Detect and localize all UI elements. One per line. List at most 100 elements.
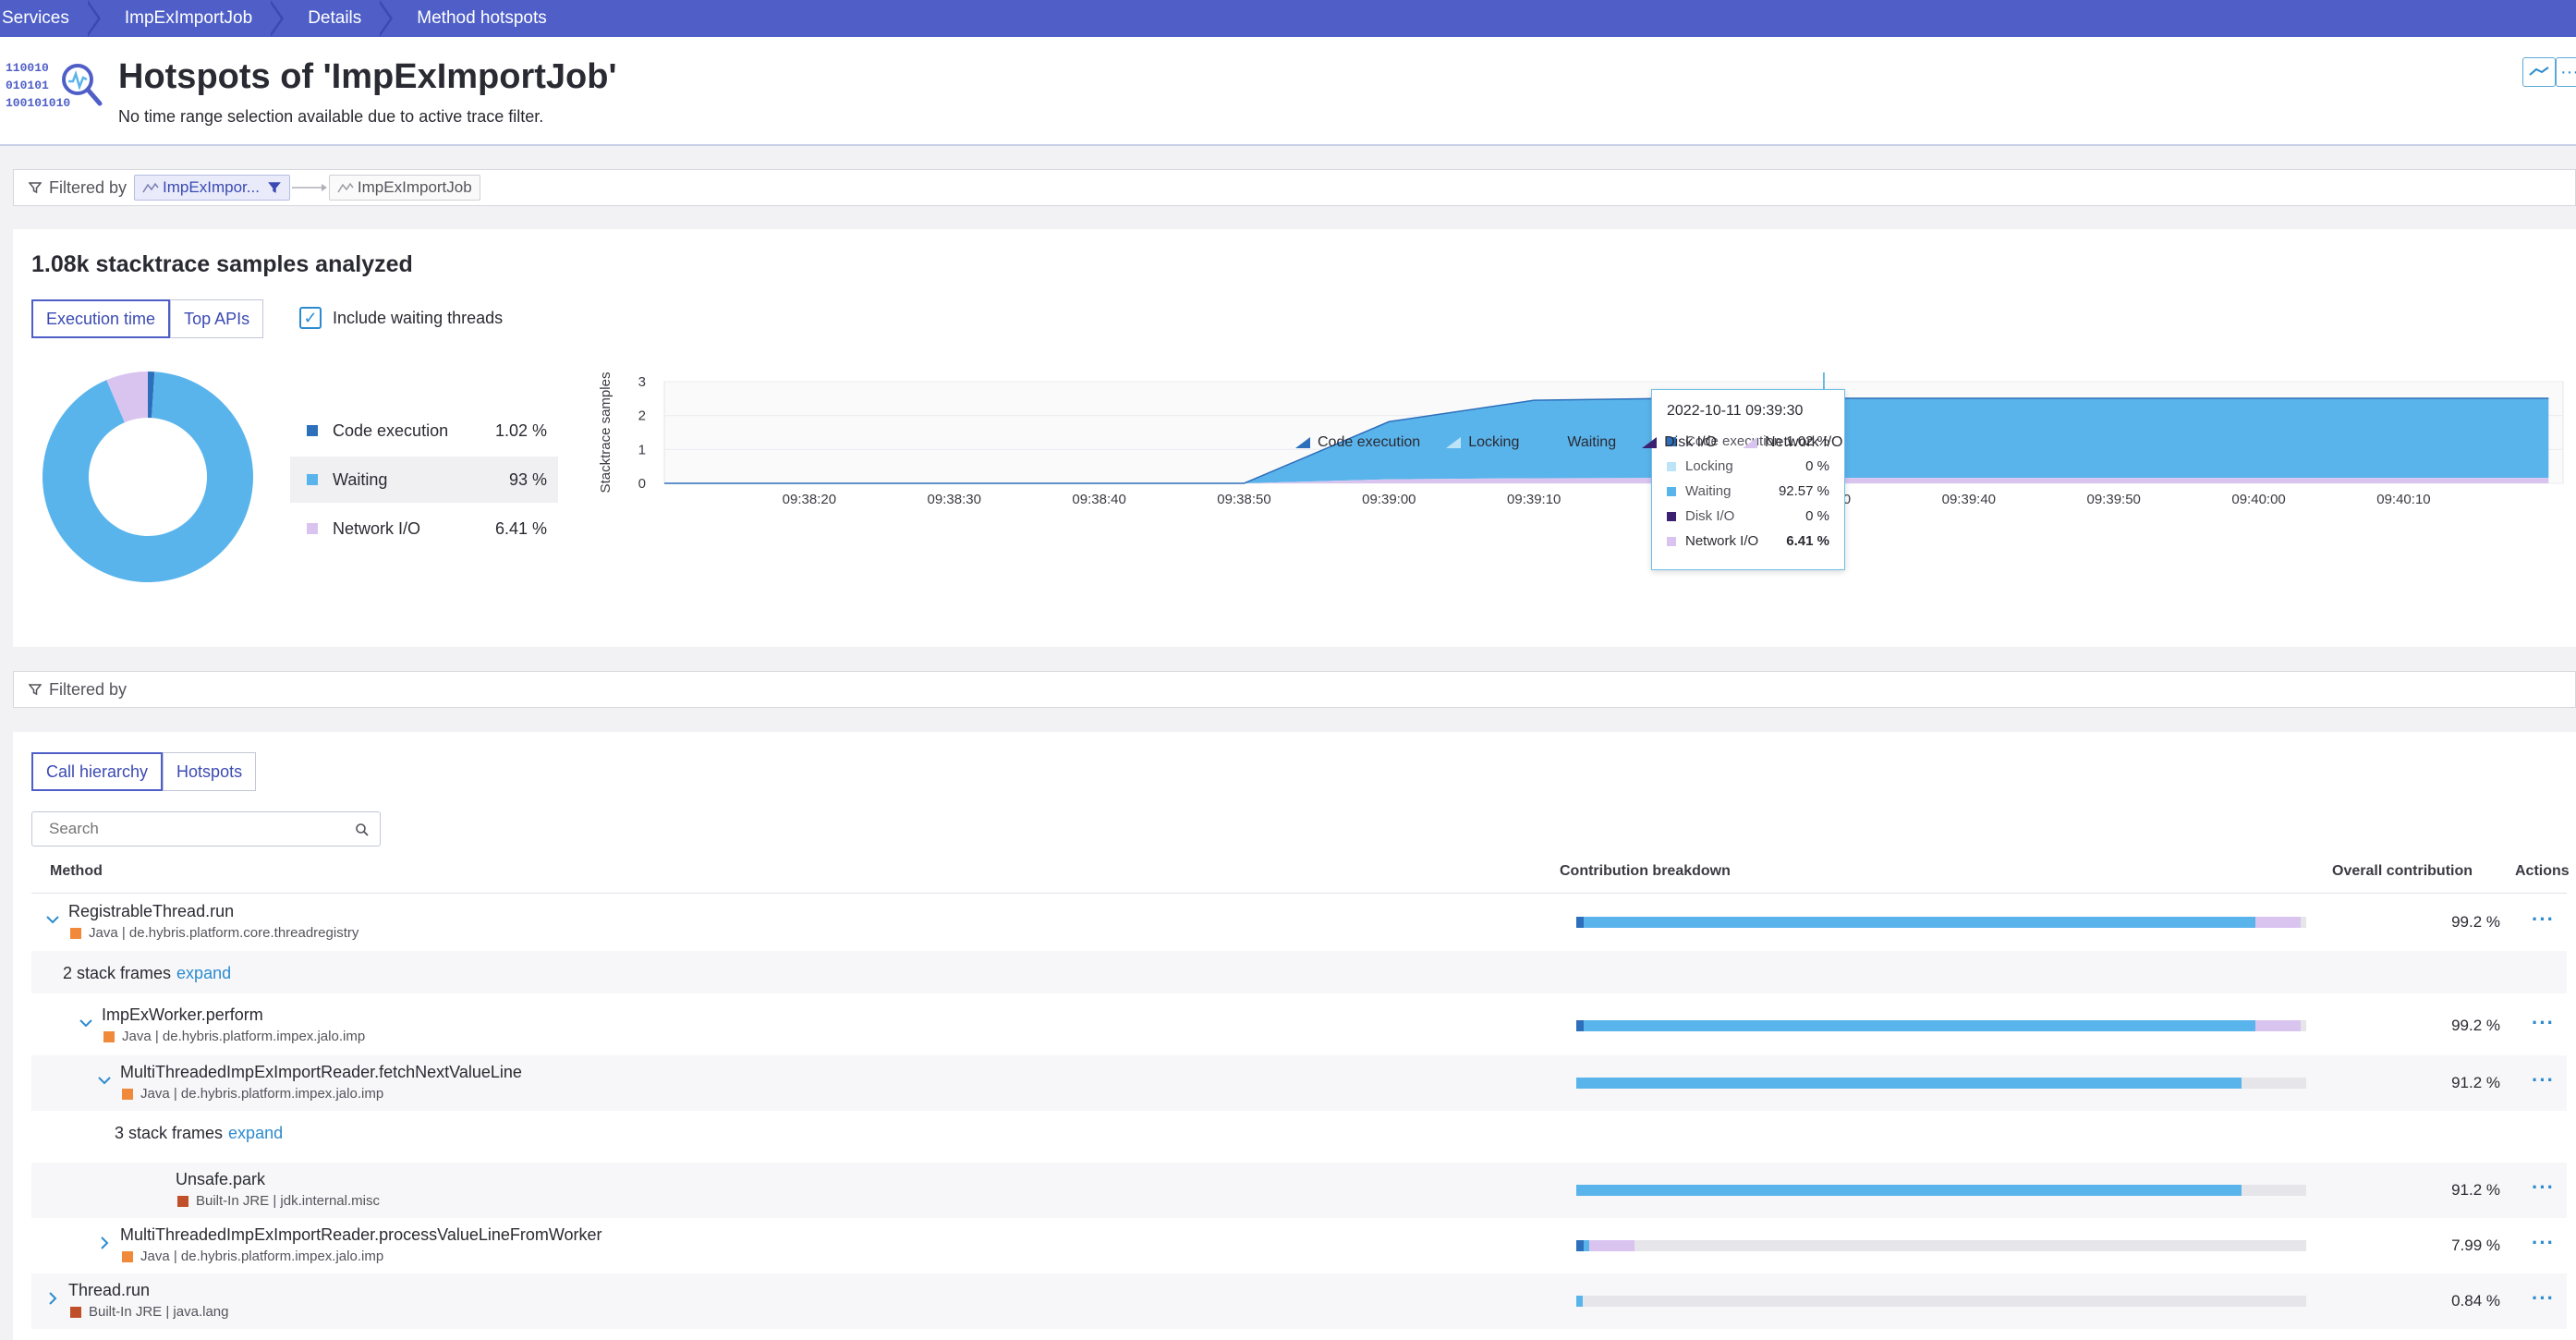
contribution-bar[interactable] xyxy=(1576,1240,2306,1251)
x-tick-label: 09:38:40 xyxy=(1072,492,1125,506)
legend-waiting[interactable]: Waiting 93 % xyxy=(290,457,558,503)
samples-panel: 1.08k stacktrace samples analyzed Execut… xyxy=(13,229,2576,647)
method-name[interactable]: Thread.run xyxy=(68,1281,150,1300)
chevron-right-icon[interactable] xyxy=(44,1290,61,1307)
tab-top-apis[interactable]: Top APIs xyxy=(170,299,264,338)
more-options-button[interactable]: ··· xyxy=(2556,57,2576,87)
tab-execution-time[interactable]: Execution time xyxy=(31,299,171,338)
filter-chip-request[interactable]: ImpExImportJob xyxy=(328,175,480,201)
contribution-bar[interactable] xyxy=(1576,1078,2306,1089)
service-icon xyxy=(142,182,159,193)
code-execution-swatch xyxy=(307,425,318,436)
table-row[interactable]: ImpExWorker.perform Java | de.hybris.plat… xyxy=(31,998,2567,1054)
row-actions-button[interactable]: ··· xyxy=(2532,1068,2555,1092)
method-name[interactable]: MultiThreadedImpExImportReader.processVa… xyxy=(120,1225,602,1245)
chevron-down-icon[interactable] xyxy=(78,1015,94,1031)
y-tick-label: 1 xyxy=(638,442,646,457)
filter-chip-service[interactable]: ImpExImpor... xyxy=(134,175,290,201)
code-execution-segment xyxy=(1576,917,1584,928)
row-actions-button[interactable]: ··· xyxy=(2532,1176,2555,1200)
tooltip-value: 6.41 % xyxy=(1786,533,1829,549)
contribution-bar[interactable] xyxy=(1576,917,2306,928)
method-name[interactable]: Unsafe.park xyxy=(176,1170,265,1189)
page-header: 110010 010101 100101010 Hotspots of 'Imp… xyxy=(0,37,2576,146)
col-method[interactable]: Method xyxy=(50,863,103,880)
contribution-bar[interactable] xyxy=(1576,1020,2306,1031)
chart-legend-network-io[interactable]: Network I/O xyxy=(1743,434,1842,451)
expand-frames-link[interactable]: expand xyxy=(228,1124,283,1142)
col-overall-contribution[interactable]: Overall contribution xyxy=(2332,863,2473,880)
table-row[interactable]: MultiThreadedImpExImportReader.fetchNext… xyxy=(31,1055,2567,1111)
overall-contribution: 91.2 % xyxy=(2451,1181,2500,1199)
breadcrumb-services[interactable]: Services xyxy=(0,0,106,37)
tooltip-swatch xyxy=(1667,511,1676,521)
row-actions-button[interactable]: ··· xyxy=(2532,1286,2555,1310)
breadcrumb-method-hotspots[interactable]: Method hotspots xyxy=(398,0,584,37)
network-io-segment xyxy=(1589,1240,1635,1251)
table-row[interactable]: MultiThreadedImpExImportReader.processVa… xyxy=(31,1218,2567,1273)
filter-chip-service-label: ImpExImpor... xyxy=(163,178,260,196)
filter-icon xyxy=(29,684,42,696)
page-title: Hotspots of 'ImpExImportJob' xyxy=(118,57,617,96)
language-icon xyxy=(103,1030,115,1042)
stack-frames-row[interactable]: 2 stack frames expand xyxy=(31,951,2567,993)
stack-frames-row[interactable]: 3 stack frames expand xyxy=(31,1111,2567,1157)
contribution-bar[interactable] xyxy=(1576,1185,2306,1196)
table-row[interactable]: Unsafe.park Built-In JRE | jdk.internal.m… xyxy=(31,1163,2567,1218)
chart-legend-label: Code execution xyxy=(1318,434,1421,450)
tab-call-hierarchy[interactable]: Call hierarchy xyxy=(31,752,164,791)
tooltip-row-disk-io: Disk I/O 0 % xyxy=(1667,504,1829,529)
breadcrumb-details[interactable]: Details xyxy=(289,0,399,37)
chart-legend-disk-io[interactable]: Disk I/O xyxy=(1642,434,1717,451)
method-package: Java | de.hybris.platform.impex.jalo.imp xyxy=(122,1029,366,1044)
binary-search-icon: 110010 010101 100101010 xyxy=(6,59,105,122)
network-io-swatch xyxy=(307,523,318,534)
method-name[interactable]: RegistrableThread.run xyxy=(68,902,234,921)
table-row[interactable]: Thread.run Built-In JRE | java.lang 0.84 %… xyxy=(31,1273,2567,1329)
method-filter-bar[interactable]: Filtered by xyxy=(13,671,2576,708)
chevron-right-icon[interactable] xyxy=(96,1235,113,1251)
overall-contribution: 0.84 % xyxy=(2451,1292,2500,1310)
overall-contribution: 7.99 % xyxy=(2451,1236,2500,1254)
tooltip-value: 0 % xyxy=(1805,508,1829,524)
chevron-down-icon[interactable] xyxy=(44,911,61,928)
area-swatch-icon xyxy=(1446,437,1462,448)
row-actions-button[interactable]: ··· xyxy=(2532,908,2555,932)
header-divider xyxy=(31,893,2567,894)
chart-toggle-button[interactable] xyxy=(2522,57,2556,87)
search-input[interactable] xyxy=(31,811,381,847)
method-name[interactable]: MultiThreadedImpExImportReader.fetchNext… xyxy=(120,1063,522,1082)
stack-frames-count: 3 stack frames xyxy=(115,1124,224,1142)
tab-hotspots[interactable]: Hotspots xyxy=(163,752,257,791)
contribution-bar[interactable] xyxy=(1576,1296,2306,1307)
include-waiting-threads[interactable]: ✓ Include waiting threads xyxy=(299,307,503,329)
tooltip-time: 2022-10-11 09:39:30 xyxy=(1667,403,1804,419)
tooltip-row-network-io: Network I/O 6.41 % xyxy=(1667,529,1829,554)
x-tick-label: 09:39:00 xyxy=(1362,492,1416,506)
area-swatch-icon xyxy=(1545,437,1561,448)
filter-label: Filtered by xyxy=(49,679,128,699)
legend-code-execution[interactable]: Code execution 1.02 % xyxy=(290,408,558,454)
method-meta: Built-In JRE | java.lang xyxy=(70,1304,228,1320)
x-tick-label: 09:38:20 xyxy=(783,492,836,506)
chevron-down-icon[interactable] xyxy=(96,1072,113,1089)
search-icon[interactable] xyxy=(355,822,370,837)
legend-network-io[interactable]: Network I/O 6.41 % xyxy=(290,506,558,552)
chart-legend-locking[interactable]: Locking xyxy=(1446,434,1519,451)
breadcrumb-service-impeximportjob[interactable]: ImpExImportJob xyxy=(105,0,290,37)
method-name[interactable]: ImpExWorker.perform xyxy=(102,1005,263,1025)
row-actions-button[interactable]: ··· xyxy=(2532,1231,2555,1255)
tooltip-swatch xyxy=(1667,536,1676,546)
legend-waiting-label: Waiting xyxy=(333,469,388,489)
legend-network-io-value: 6.41 % xyxy=(494,518,547,538)
row-actions-button[interactable]: ··· xyxy=(2532,1011,2555,1035)
area-swatch-icon xyxy=(1295,437,1310,448)
legend-code-execution-label: Code execution xyxy=(333,420,449,440)
chart-legend-waiting[interactable]: Waiting xyxy=(1545,434,1616,451)
include-waiting-checkbox[interactable]: ✓ xyxy=(299,307,322,329)
filter-funnel-icon[interactable] xyxy=(267,180,282,195)
chart-legend-code-execution[interactable]: Code execution xyxy=(1295,434,1420,451)
x-tick-label: 09:38:30 xyxy=(928,492,981,506)
expand-frames-link[interactable]: expand xyxy=(176,964,231,982)
table-row[interactable]: RegistrableThread.run Java | de.hybris.pl… xyxy=(31,895,2567,950)
